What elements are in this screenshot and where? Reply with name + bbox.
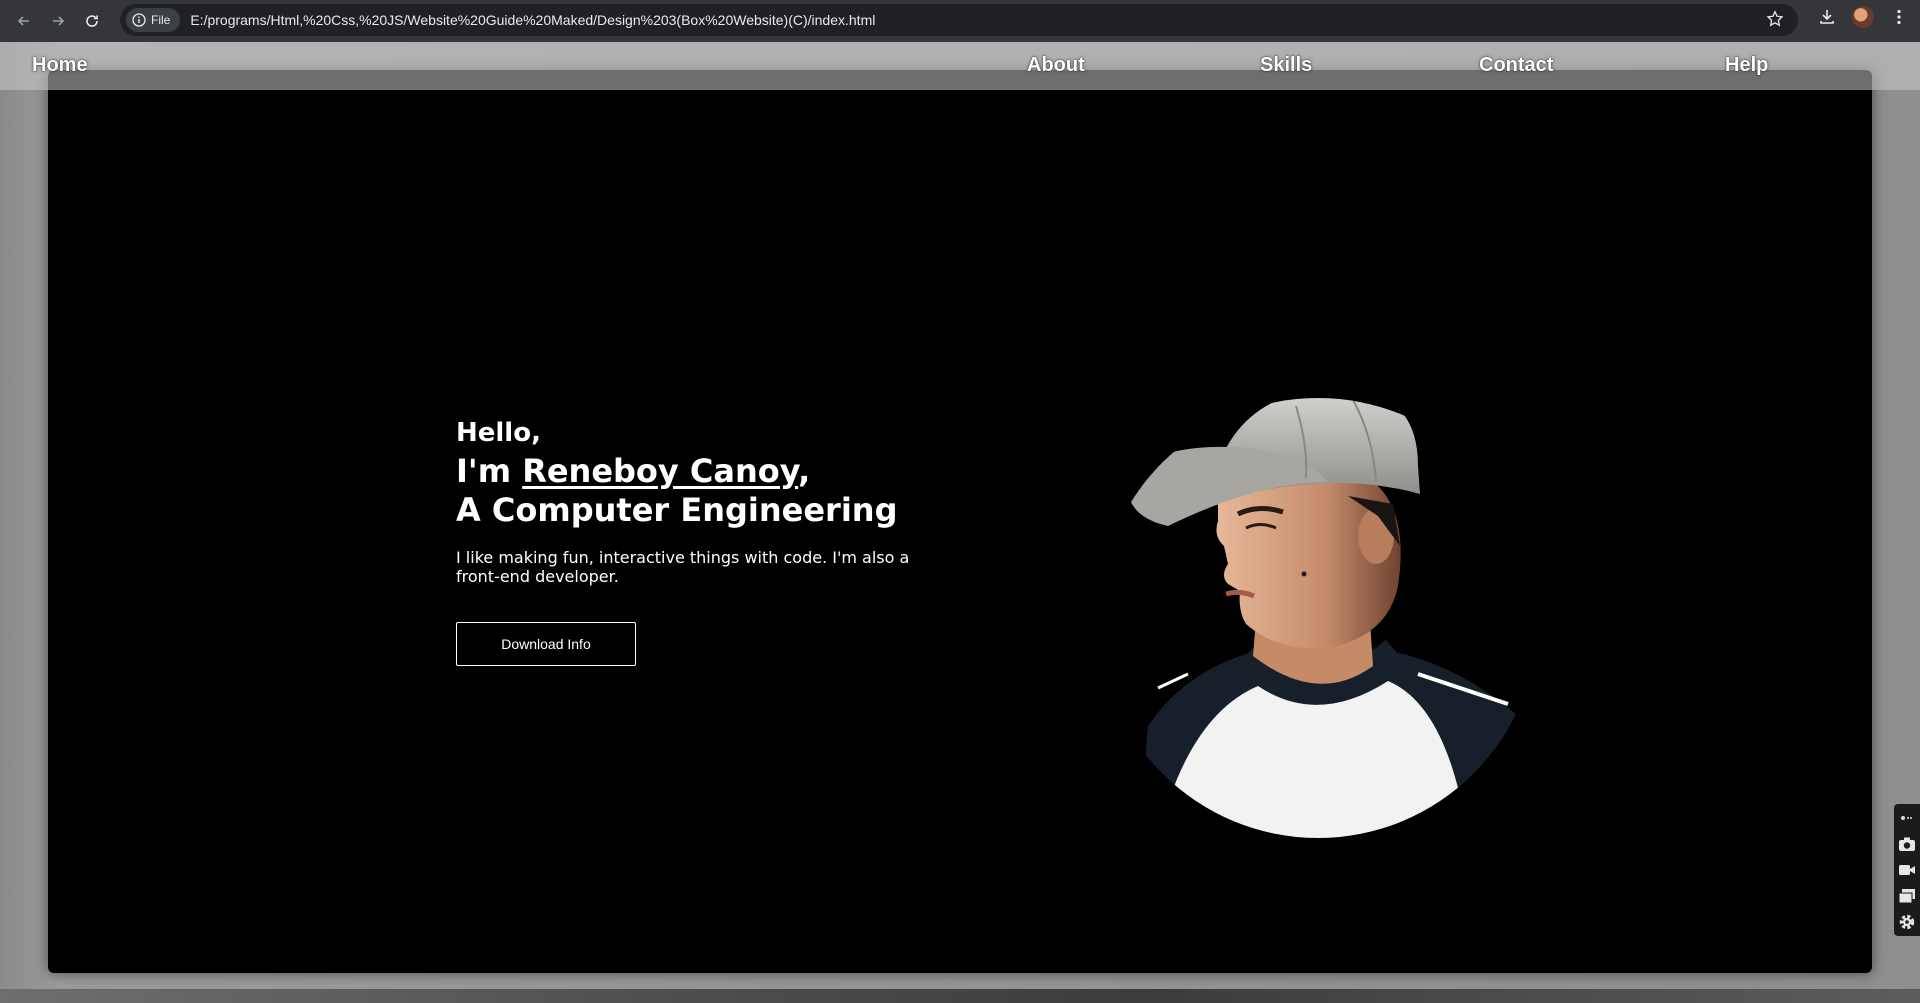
arrow-left-icon [17,16,29,26]
reload-icon [86,15,98,27]
nav-about[interactable]: About [1027,54,1085,77]
hero-greeting: Hello, [456,418,541,448]
top-navigation: Home About Skills Contact Help [0,42,1920,90]
reload-button[interactable] [78,7,106,35]
url-text[interactable]: E:/programs/Html,%20Css,%20JS/Website%20… [190,12,875,28]
link-icon[interactable] [1897,808,1917,828]
video-icon[interactable] [1897,860,1917,880]
hero-name-link[interactable]: Reneboy Canoy [522,452,798,490]
hero-name-suffix: , [798,452,811,490]
download-icon[interactable] [1816,6,1838,28]
arrow-right-icon [53,16,65,26]
back-button[interactable] [10,7,38,35]
page-viewport: Home About Skills Contact Help Hello, I'… [0,42,1920,1003]
floating-side-toolbar [1894,804,1920,936]
site-info-chip[interactable]: File [126,8,181,32]
toolbar-right [1816,6,1910,28]
profile-portrait [1127,398,1518,838]
hero-role: A Computer Engineering [456,491,898,529]
nav-contact[interactable]: Contact [1479,54,1553,77]
nav-help[interactable]: Help [1725,54,1768,77]
profile-avatar[interactable] [1852,6,1874,28]
hero-name-line: I'm Reneboy Canoy, [456,452,926,490]
hero-im: I'm [456,452,523,490]
address-bar[interactable]: File E:/programs/Html,%20Css,%20JS/Websi… [120,4,1798,36]
nav-skills[interactable]: Skills [1260,54,1312,77]
download-info-button[interactable]: Download Info [456,622,636,666]
info-icon [132,13,146,27]
gear-icon[interactable] [1897,912,1917,932]
page-bottom-strip [0,989,1920,1003]
browser-toolbar: File E:/programs/Html,%20Css,%20JS/Websi… [0,0,1920,42]
windows-icon[interactable] [1897,886,1917,906]
hero-tagline: I like making fun, interactive things wi… [456,548,910,586]
scheme-label: File [151,13,171,27]
hero-section: Hello, I'm Reneboy Canoy, A Computer Eng… [456,414,926,666]
content-box [48,70,1872,973]
kebab-menu-icon[interactable] [1888,6,1910,28]
nav-home[interactable]: Home [32,54,88,77]
bookmark-star-icon[interactable] [1766,10,1784,31]
camera-icon[interactable] [1897,834,1917,854]
forward-button[interactable] [44,7,72,35]
